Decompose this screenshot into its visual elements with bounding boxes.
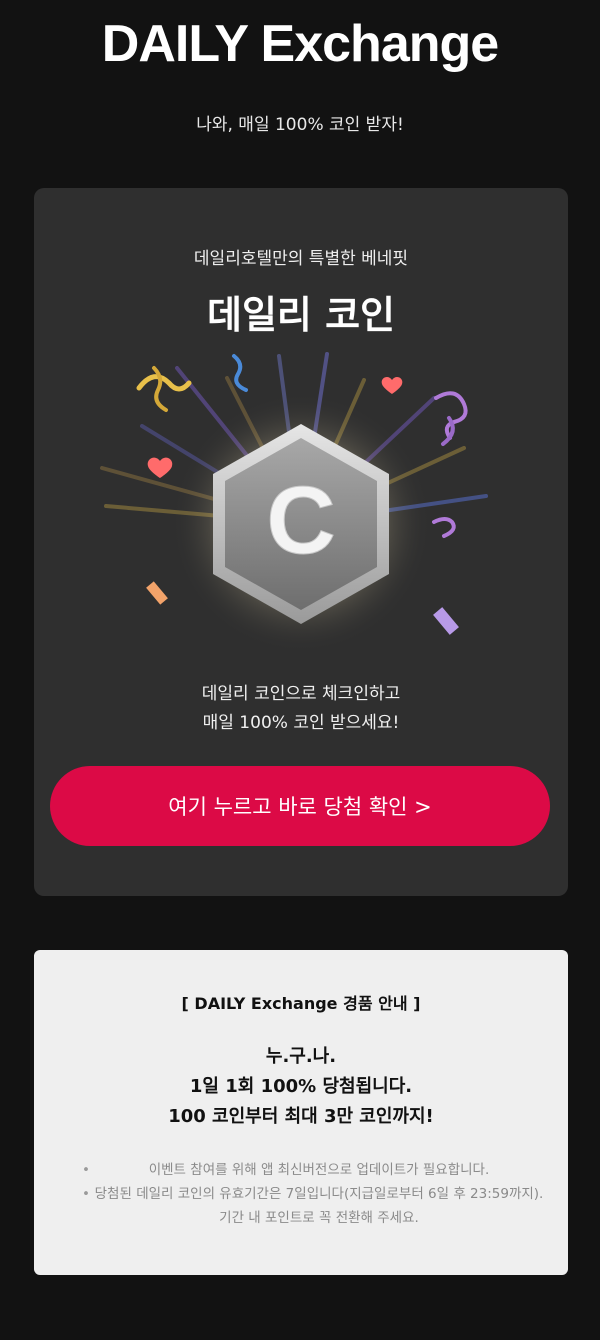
- prize-info-notes: 이벤트 참여를 위해 앱 최신버전으로 업데이트가 필요합니다. 당첨된 데일리…: [74, 1158, 544, 1230]
- prize-info-main: 누.구.나. 1일 1회 100% 당첨됩니다. 100 코인부터 최대 3만 …: [34, 1042, 568, 1132]
- page-title: DAILY Exchange: [101, 15, 499, 73]
- confetti-piece: [433, 607, 459, 635]
- prize-info-line: 1일 1회 100% 당첨됩니다.: [189, 1076, 413, 1097]
- prize-info-line: 누.구.나.: [265, 1046, 337, 1067]
- promo-description: 데일리 코인으로 체크인하고 매일 100% 코인 받으세요!: [34, 680, 568, 738]
- confetti-piece: [146, 581, 168, 605]
- coin-letter: C: [266, 467, 335, 574]
- note-item: 이벤트 참여를 위해 앱 최신버전으로 업데이트가 필요합니다.: [74, 1158, 544, 1182]
- note-item: 당첨된 데일리 코인의 유효기간은 7일입니다(지급일로부터 6일 후 23:5…: [74, 1182, 544, 1230]
- heart-icon: [147, 457, 173, 478]
- promo-description-line: 매일 100% 코인 받으세요!: [202, 713, 400, 733]
- promo-description-line: 데일리 코인으로 체크인하고: [201, 684, 401, 704]
- check-win-button[interactable]: 여기 누르고 바로 당첨 확인 >: [50, 766, 550, 846]
- coin-burst-illustration: C: [100, 352, 488, 653]
- promo-title: 데일리 코인: [206, 293, 396, 337]
- page-subtitle: 나와, 매일 100% 코인 받자!: [196, 115, 404, 135]
- prize-info-heading: [ DAILY Exchange 경품 안내 ]: [181, 994, 421, 1013]
- prize-info-box: [ DAILY Exchange 경품 안내 ] 누.구.나. 1일 1회 10…: [34, 950, 568, 1275]
- promo-eyebrow: 데일리호텔만의 특별한 베네핏: [193, 249, 409, 269]
- prize-info-line: 100 코인부터 최대 3만 코인까지!: [168, 1106, 434, 1127]
- promo-card: 데일리호텔만의 특별한 베네핏 데일리 코인 C 데일리 코인으로 체크인하고 …: [34, 188, 568, 896]
- heart-icon: [381, 377, 403, 394]
